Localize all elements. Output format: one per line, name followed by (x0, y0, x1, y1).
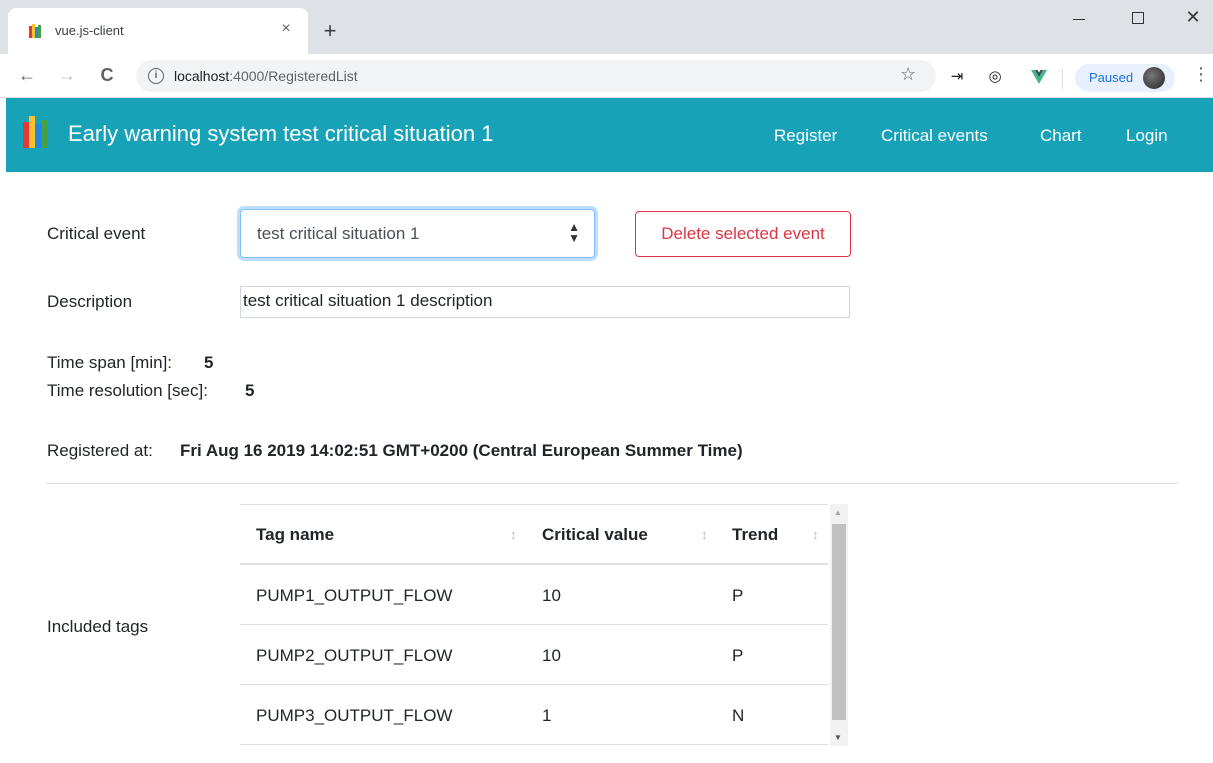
tags-table: Tag name ↕ Critical value ↕ Trend ↕ PUMP… (240, 504, 850, 746)
browser-tab-strip: vue.js-client × + ✕ (0, 0, 1213, 54)
sort-icon[interactable]: ↕ (701, 527, 708, 542)
table-row[interactable]: PUMP2_OUTPUT_FLOW 10 P (240, 625, 828, 685)
scrollbar-thumb[interactable] (832, 524, 846, 720)
description-label: Description (47, 292, 133, 311)
tag-name-cell: PUMP2_OUTPUT_FLOW (256, 646, 453, 665)
books-icon (23, 116, 47, 148)
vue-devtools-icon[interactable] (1030, 68, 1048, 86)
nav-link-register[interactable]: Register (774, 126, 837, 146)
app-navbar: Early warning system test critical situa… (6, 98, 1213, 172)
forward-button[interactable]: → (54, 62, 80, 88)
time-resolution-value: 5 (245, 381, 255, 400)
table-scrollbar[interactable]: ▲ ▼ (830, 504, 848, 746)
critical-event-label: Critical event (47, 224, 146, 243)
scroll-down-icon[interactable]: ▼ (834, 733, 842, 742)
header-label: Critical value (542, 525, 648, 544)
header-label: Tag name (256, 525, 335, 544)
extension-arrow-icon[interactable]: ⇥ (948, 68, 966, 86)
table-row[interactable]: PUMP1_OUTPUT_FLOW 10 P (240, 565, 828, 625)
browser-tab[interactable]: vue.js-client × (8, 8, 308, 54)
column-header-trend[interactable]: Trend ↕ (716, 504, 828, 565)
nav-link-chart[interactable]: Chart (1040, 126, 1082, 146)
minimize-window-button[interactable] (1064, 6, 1094, 30)
table-row[interactable]: PUMP3_OUTPUT_FLOW 1 N (240, 685, 828, 745)
url-text[interactable]: localhost:4000/RegisteredList (174, 68, 358, 84)
tag-name-cell: PUMP1_OUTPUT_FLOW (256, 586, 453, 605)
time-span-label: Time span [min]: (47, 353, 173, 372)
time-span-value: 5 (204, 353, 214, 372)
nav-link-login[interactable]: Login (1126, 126, 1168, 146)
scroll-up-icon[interactable]: ▲ (834, 508, 842, 517)
info-icon[interactable]: i (148, 68, 164, 84)
books-icon (29, 24, 41, 38)
profile-button[interactable]: Paused (1075, 64, 1175, 92)
description-field[interactable]: test critical situation 1 description (240, 286, 850, 318)
trend-cell: P (732, 646, 744, 665)
critical-event-selected-value: test critical situation 1 (257, 224, 420, 243)
back-button[interactable]: ← (14, 62, 40, 88)
new-tab-button[interactable]: + (318, 20, 342, 44)
select-arrows-icon: ▲ ▼ (568, 220, 580, 245)
nav-link-critical-events[interactable]: Critical events (881, 126, 988, 146)
maximize-window-button[interactable] (1122, 6, 1152, 30)
browser-menu-icon[interactable]: ⋮ (1192, 64, 1210, 85)
sort-icon[interactable]: ↕ (812, 527, 819, 542)
trend-cell: P (732, 586, 744, 605)
registered-at-label: Registered at: (47, 441, 153, 460)
navbar-brand[interactable]: Early warning system test critical situa… (68, 121, 494, 147)
section-divider (46, 483, 1179, 484)
column-header-critical-value[interactable]: Critical value ↕ (526, 504, 716, 565)
time-resolution-label: Time resolution [sec]: (47, 381, 208, 400)
close-window-button[interactable]: ✕ (1178, 4, 1208, 30)
header-label: Trend (732, 525, 779, 544)
reload-button[interactable]: C (94, 62, 120, 88)
avatar (1143, 67, 1165, 89)
profile-status: Paused (1089, 70, 1134, 85)
tag-name-cell: PUMP3_OUTPUT_FLOW (256, 706, 453, 725)
column-header-tag-name[interactable]: Tag name ↕ (240, 504, 526, 565)
url-host: localhost (174, 68, 230, 84)
url-path: :4000/RegisteredList (229, 68, 358, 84)
critical-event-select[interactable]: test critical situation 1 ▲ ▼ (240, 209, 595, 258)
browser-toolbar: ← → C i localhost:4000/RegisteredList ☆ … (0, 54, 1213, 98)
critical-value-cell: 1 (542, 706, 552, 725)
extension-circle-icon[interactable]: ◎ (986, 68, 1004, 86)
registered-at-value: Fri Aug 16 2019 14:02:51 GMT+0200 (Centr… (180, 441, 743, 460)
tab-title: vue.js-client (55, 23, 124, 38)
bookmark-star-icon[interactable]: ☆ (900, 64, 916, 85)
critical-value-cell: 10 (542, 586, 561, 605)
trend-cell: N (732, 706, 745, 725)
address-bar[interactable]: i localhost:4000/RegisteredList ☆ (136, 60, 936, 92)
critical-value-cell: 10 (542, 646, 561, 665)
close-tab-icon[interactable]: × (276, 19, 296, 39)
included-tags-label: Included tags (47, 617, 149, 636)
delete-event-button[interactable]: Delete selected event (635, 211, 851, 257)
sort-icon[interactable]: ↕ (510, 527, 517, 542)
toolbar-separator (1062, 69, 1063, 89)
